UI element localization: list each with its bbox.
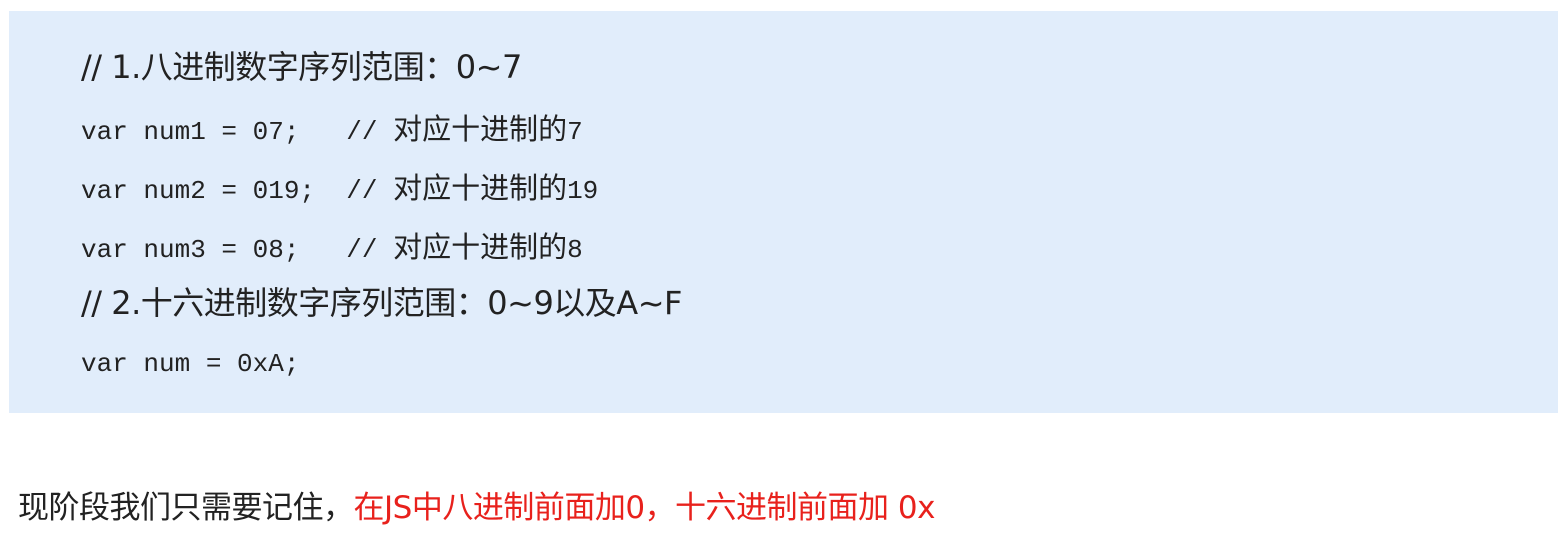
code-line-num1: var num1 = 07; // 对应十进制的7 [81,112,583,147]
comment-value: 7 [567,117,583,147]
code-line-hex: var num = 0xA; [81,349,300,379]
comment-value: 8 [567,235,583,265]
code-line-num2: var num2 = 019; // 对应十进制的19 [81,171,599,206]
summary-note: 现阶段我们只需要记住，在JS中八进制前面加0，十六进制前面加 0x [18,493,935,524]
summary-note-highlight: 在JS中八进制前面加0，十六进制前面加 0x [353,490,936,526]
code-block: // 1.八进制数字序列范围：0~7 var num1 = 07; // 对应十… [9,11,1558,413]
summary-note-plain: 现阶段我们只需要记住， [18,490,354,526]
comment-value: 19 [567,176,599,206]
comment-hex-range: // 2.十六进制数字序列范围：0~9以及A~F [81,284,682,322]
comment-octal-range: // 1.八进制数字序列范围：0~7 [81,48,522,86]
code-text: var num3 = 08; // [81,235,394,265]
comment-text: 对应十进制的 [393,112,568,146]
code-text: var num1 = 07; // [81,117,394,147]
code-line-num3: var num3 = 08; // 对应十进制的8 [81,230,583,265]
code-text: var num2 = 019; // [81,176,394,206]
comment-text: 对应十进制的 [393,230,568,264]
comment-text: 对应十进制的 [393,171,568,205]
